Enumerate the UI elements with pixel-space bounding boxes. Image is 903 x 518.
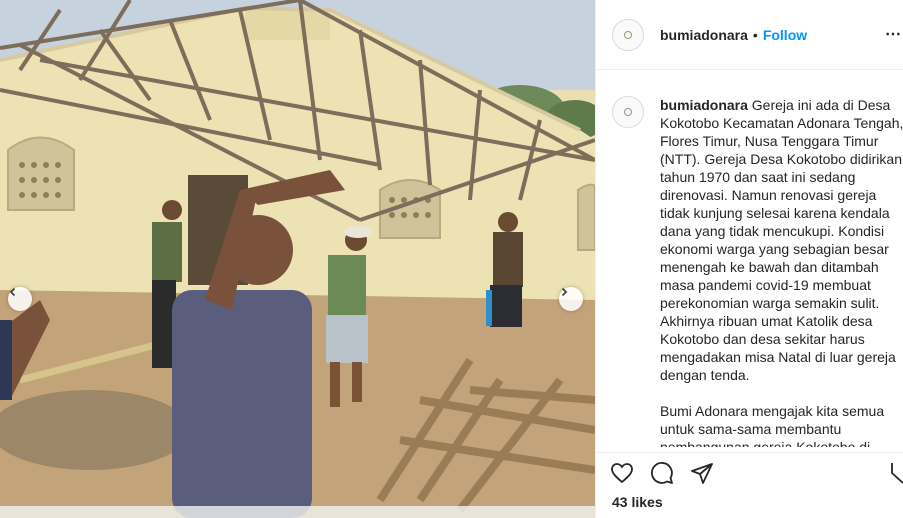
save-button[interactable] xyxy=(890,461,903,490)
like-button[interactable] xyxy=(610,461,634,485)
chevron-right-icon xyxy=(561,287,568,297)
previous-photo-button[interactable] xyxy=(8,287,32,311)
caption-paragraph: bumiadonara Gereja ini ada di Desa Kokot… xyxy=(660,96,903,384)
caption-area[interactable]: bumiadonara Gereja ini ada di Desa Kokot… xyxy=(596,71,903,447)
caption-text: bumiadonara Gereja ini ada di Desa Kokot… xyxy=(660,96,903,447)
next-photo-button[interactable] xyxy=(559,287,583,311)
caption-avatar[interactable] xyxy=(612,96,644,128)
avatar-logo xyxy=(624,108,632,116)
action-bar xyxy=(596,452,903,492)
likes-count[interactable]: 43 likes xyxy=(612,494,663,510)
comment-button[interactable] xyxy=(650,461,674,485)
comment-icon xyxy=(651,461,673,484)
ellipsis-icon[interactable]: ⋯ xyxy=(885,24,901,44)
caption-body: Gereja ini ada di Desa Kokotobo Kecamata… xyxy=(660,97,903,383)
avatar-logo xyxy=(624,30,632,39)
post-photo xyxy=(0,0,595,518)
bookmark-icon xyxy=(891,463,903,484)
header-separator: • xyxy=(752,26,758,43)
caption-comment: bumiadonara Gereja ini ada di Desa Kokot… xyxy=(612,96,903,447)
post-header: bumiadonara • Follow ⋯ xyxy=(596,0,903,70)
heart-icon xyxy=(611,462,633,483)
avatar[interactable] xyxy=(612,18,644,51)
header-username[interactable]: bumiadonara xyxy=(660,27,748,43)
share-button[interactable] xyxy=(690,461,714,485)
caption-username[interactable]: bumiadonara xyxy=(660,97,748,113)
caption-paragraph: Bumi Adonara mengajak kita semua untuk s… xyxy=(660,403,885,447)
paper-plane-icon xyxy=(691,462,713,484)
photo-scene xyxy=(0,0,595,518)
follow-button[interactable]: Follow xyxy=(763,27,807,43)
chevron-left-icon xyxy=(9,287,16,297)
post-side-panel: bumiadonara • Follow ⋯ bumiadonara Gerej… xyxy=(595,0,903,518)
